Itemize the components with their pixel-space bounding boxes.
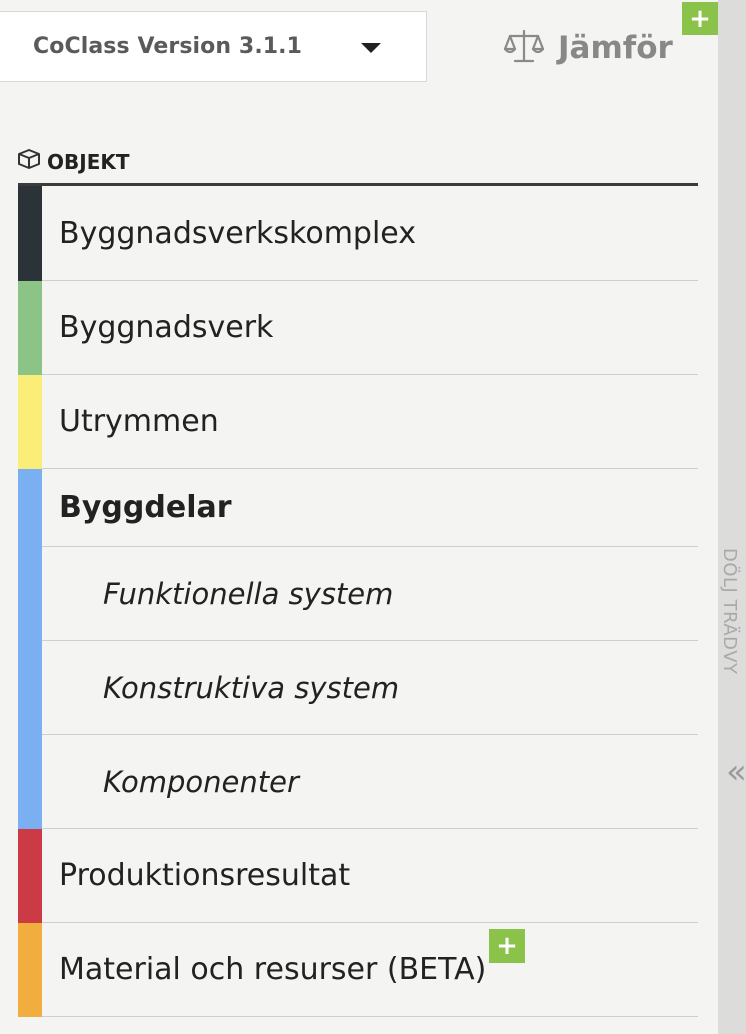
list-item-label: Utrymmen (59, 404, 219, 439)
list-item-produktionsresultat[interactable]: Produktionsresultat (18, 829, 698, 923)
version-dropdown[interactable]: CoClass Version 3.1.1 (0, 11, 427, 82)
color-swatch (18, 469, 42, 547)
color-swatch (18, 547, 42, 641)
tree-view-rail[interactable]: DÖLJ TRÄDVY « (718, 0, 746, 1034)
add-material-button[interactable]: + (489, 929, 525, 963)
list-item-material-och-resurser[interactable]: Material och resurser (BETA) (18, 923, 698, 1017)
list-item-label: Byggnadsverkskomplex (59, 215, 416, 251)
compare-label: Jämför (558, 30, 673, 66)
list-item-label: Komponenter (103, 764, 299, 799)
list-item-label: Byggdelar (59, 490, 232, 525)
scale-icon (503, 27, 545, 69)
list-item-byggnadsverk[interactable]: Byggnadsverk (18, 281, 698, 375)
list-item-funktionella-system[interactable]: Funktionella system (18, 547, 698, 641)
color-swatch (18, 641, 42, 735)
list-item-label: Funktionella system (103, 576, 394, 611)
color-swatch (18, 735, 42, 829)
list-item-komponenter[interactable]: Komponenter (18, 735, 698, 829)
list-item-konstruktiva-system[interactable]: Konstruktiva system (18, 641, 698, 735)
list-item-utrymmen[interactable]: Utrymmen (18, 375, 698, 469)
list-item-byggnadsverkskomplex[interactable]: Byggnadsverkskomplex (18, 186, 698, 281)
hide-tree-view-toggle[interactable]: DÖLJ TRÄDVY (719, 548, 740, 675)
version-dropdown-label: CoClass Version 3.1.1 (33, 34, 303, 59)
compare-button[interactable]: Jämför (503, 22, 673, 74)
color-swatch (18, 829, 42, 923)
list-item-label: Material och resurser (BETA) (59, 952, 487, 987)
list-item-byggdelar[interactable]: Byggdelar (18, 469, 698, 547)
color-swatch (18, 923, 42, 1017)
object-list: Byggnadsverkskomplex Byggnadsverk Utrymm… (18, 186, 698, 1017)
color-swatch (18, 375, 42, 469)
list-item-label: Byggnadsverk (59, 310, 274, 345)
add-compare-button[interactable]: + (682, 2, 718, 35)
double-chevron-left-icon[interactable]: « (726, 752, 746, 792)
section-title: OBJEKT (47, 149, 130, 174)
color-swatch (18, 281, 42, 375)
list-item-label: Produktionsresultat (59, 858, 351, 893)
navigation-panel: CoClass Version 3.1.1 Jämför + OBJEKT By… (0, 0, 718, 1034)
section-header: OBJEKT (18, 149, 130, 174)
cube-icon (18, 149, 47, 174)
caret-down-icon (361, 43, 381, 53)
color-swatch (18, 186, 42, 281)
list-item-label: Konstruktiva system (103, 670, 400, 705)
